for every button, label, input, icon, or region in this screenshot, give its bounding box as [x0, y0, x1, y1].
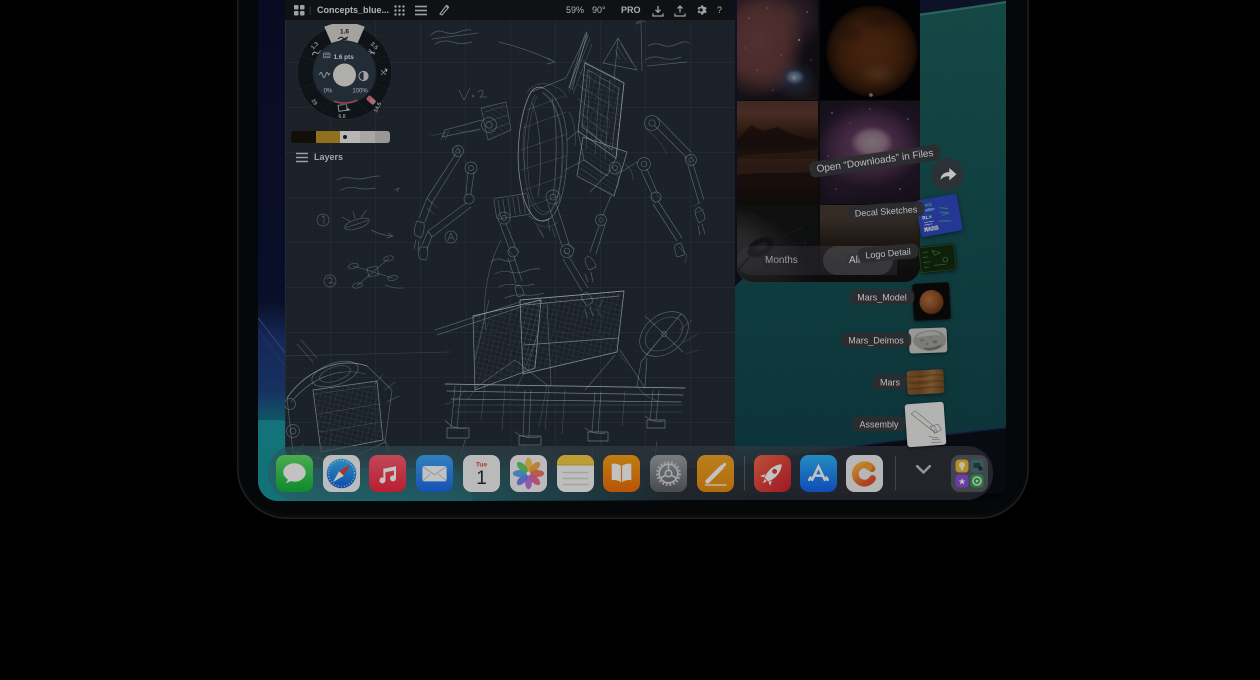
svg-text:6.8: 6.8: [338, 114, 345, 120]
svg-text:1.6: 1.6: [340, 29, 349, 36]
svg-text:RL■: RL■: [922, 213, 933, 222]
svg-text:100%: 100%: [352, 89, 368, 95]
svg-text:0%: 0%: [324, 89, 333, 95]
svg-text:1.6 pts: 1.6 pts: [334, 54, 355, 61]
svg-text:★: ★: [957, 477, 965, 487]
svg-text:MARS: MARS: [924, 224, 940, 233]
svg-text:1: 1: [476, 468, 487, 489]
